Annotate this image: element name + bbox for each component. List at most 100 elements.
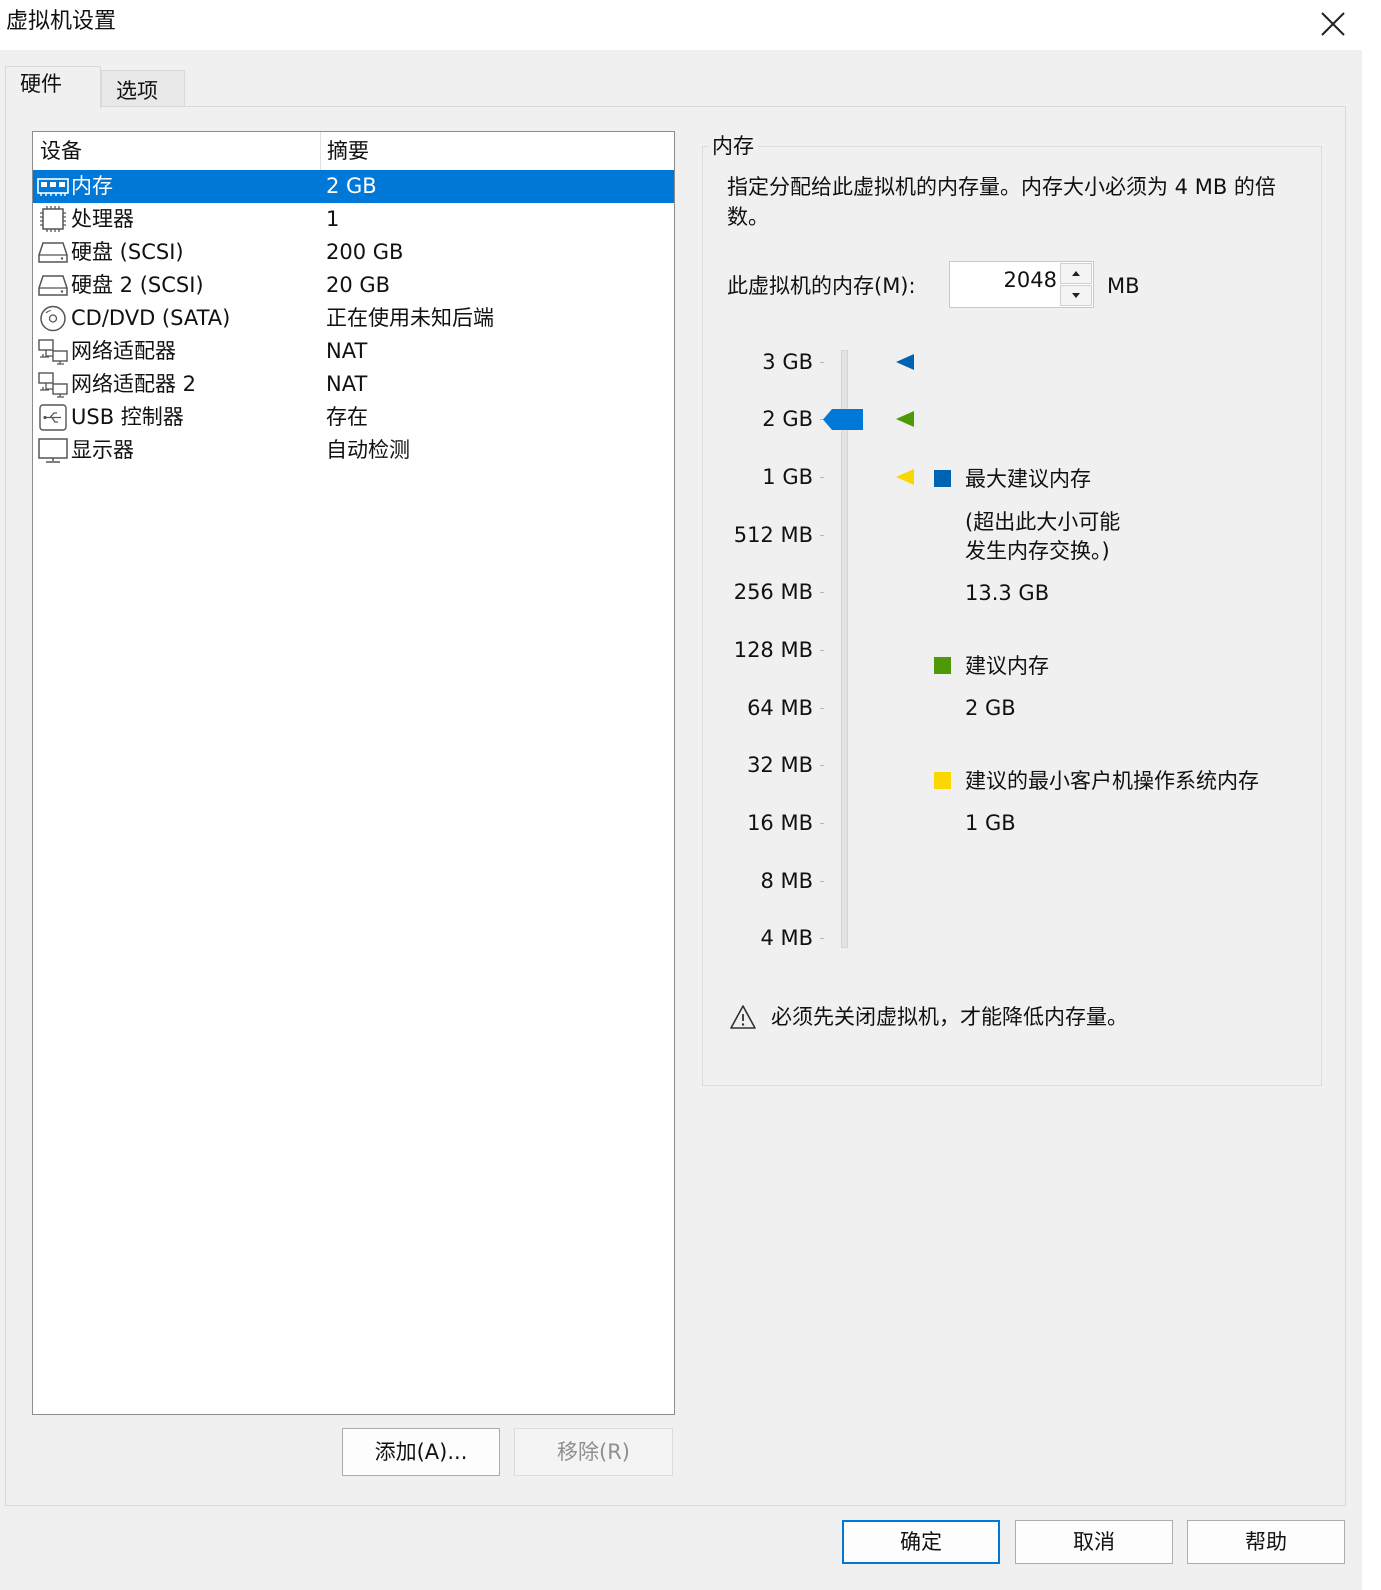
device-summary: NAT [326, 339, 368, 363]
hard-disk-icon [38, 242, 68, 263]
scale-label: 4 MB [760, 926, 813, 950]
device-row-processor[interactable]: 处理器 1 [33, 203, 674, 236]
device-summary: 正在使用未知后端 [326, 306, 494, 330]
recommended-value: 2 GB [965, 696, 1016, 720]
device-name: 硬盘 2 (SCSI) [71, 273, 204, 297]
device-name: 显示器 [71, 438, 134, 462]
tab-options[interactable]: 选项 [101, 70, 185, 107]
scale-label: 2 GB [762, 407, 813, 431]
max-recommended-note: (超出此大小可能 [965, 510, 1121, 534]
window-title: 虚拟机设置 [6, 9, 117, 34]
warning-text: 必须先关闭虚拟机，才能降低内存量。 [771, 1005, 1128, 1029]
cancel-button[interactable]: 取消 [1015, 1520, 1173, 1564]
scale-label: 1 GB [762, 465, 813, 489]
scale-label: 512 MB [733, 523, 813, 547]
warning-icon [730, 1005, 756, 1029]
max-recommended-legend-icon [934, 470, 951, 487]
device-name: 网络适配器 [71, 339, 176, 363]
device-row-hard-disk-2[interactable]: 硬盘 2 (SCSI) 20 GB [33, 269, 674, 302]
tab-options-label: 选项 [116, 79, 158, 103]
scale-tick [820, 650, 824, 651]
memory-input[interactable]: 2048 [950, 262, 1059, 307]
device-summary: 1 [326, 207, 340, 231]
scale-label: 64 MB [747, 696, 813, 720]
device-summary: NAT [326, 372, 368, 396]
max-recommended-marker-icon [896, 354, 914, 370]
scale-tick [820, 708, 824, 709]
arrow-up-icon [1072, 271, 1080, 276]
cd-dvd-icon [40, 305, 66, 332]
device-summary: 20 GB [326, 273, 391, 297]
column-header-summary[interactable]: 摘要 [320, 132, 674, 170]
arrow-down-icon [1072, 293, 1080, 298]
tab-hardware[interactable]: 硬件 [5, 66, 101, 108]
scale-label: 32 MB [747, 753, 813, 777]
recommended-marker-icon [896, 411, 914, 427]
min-recommended-title: 建议的最小客户机操作系统内存 [965, 769, 1259, 793]
network-adapter-icon [38, 372, 68, 398]
device-row-network-adapter[interactable]: 网络适配器 NAT [33, 335, 674, 368]
min-recommended-legend-icon [934, 772, 951, 789]
scale-tick [820, 938, 824, 939]
device-row-usb-controller[interactable]: USB 控制器 存在 [33, 401, 674, 434]
device-summary: 2 GB [326, 174, 377, 198]
memory-slider-track[interactable] [841, 350, 848, 948]
device-name: 硬盘 (SCSI) [71, 240, 184, 264]
scale-tick [820, 881, 824, 882]
scale-tick [820, 592, 824, 593]
close-button[interactable] [1313, 4, 1353, 44]
memory-unit: MB [1107, 274, 1140, 298]
scale-tick [820, 477, 824, 478]
device-summary: 自动检测 [326, 438, 410, 462]
device-name: 处理器 [71, 207, 134, 231]
hard-disk-icon [38, 275, 68, 296]
scale-label: 16 MB [747, 811, 813, 835]
memory-input-label: 此虚拟机的内存(M): [727, 274, 916, 298]
memory-slider-thumb[interactable] [822, 407, 864, 432]
usb-icon [39, 404, 67, 431]
device-name: 网络适配器 2 [71, 372, 197, 396]
min-recommended-value: 1 GB [965, 811, 1016, 835]
scale-label: 8 MB [760, 869, 813, 893]
device-summary: 存在 [326, 405, 368, 429]
device-summary: 200 GB [326, 240, 404, 264]
memory-group-title: 内存 [708, 130, 758, 162]
processor-icon [40, 206, 66, 232]
max-recommended-title: 最大建议内存 [965, 467, 1091, 491]
min-recommended-marker-icon [896, 469, 914, 485]
device-row-cd-dvd[interactable]: CD/DVD (SATA) 正在使用未知后端 [33, 302, 674, 335]
list-header: 设备 摘要 [33, 132, 674, 170]
memory-decrement-button[interactable] [1060, 285, 1092, 306]
close-icon [1321, 12, 1345, 36]
network-adapter-icon [38, 339, 68, 365]
device-row-network-adapter-2[interactable]: 网络适配器 2 NAT [33, 368, 674, 401]
scale-label: 3 GB [762, 350, 813, 374]
device-name: 内存 [71, 174, 113, 198]
memory-icon [37, 178, 69, 196]
memory-increment-button[interactable] [1060, 263, 1092, 284]
scale-tick [820, 823, 824, 824]
title-bar [0, 0, 1381, 50]
device-list[interactable]: 设备 摘要 内存 2 GB 处理器 1 硬盘 (SCSI) 200 GB 硬盘 … [32, 131, 675, 1415]
help-button[interactable]: 帮助 [1187, 1520, 1345, 1564]
device-row-display[interactable]: 显示器 自动检测 [33, 434, 674, 467]
device-row-memory[interactable]: 内存 2 GB [33, 170, 674, 203]
device-row-hard-disk[interactable]: 硬盘 (SCSI) 200 GB [33, 236, 674, 269]
recommended-legend-icon [934, 657, 951, 674]
memory-description: 指定分配给此虚拟机的内存量。内存大小必须为 4 MB 的倍数。 [727, 175, 1276, 229]
slider-thumb-icon [823, 409, 863, 430]
memory-spinbox[interactable]: 2048 [949, 261, 1094, 308]
column-header-device[interactable]: 设备 [33, 132, 320, 170]
max-recommended-value: 13.3 GB [965, 581, 1050, 605]
ok-button[interactable]: 确定 [842, 1520, 1000, 1564]
tab-hardware-label: 硬件 [20, 72, 62, 96]
scale-label: 256 MB [733, 580, 813, 604]
remove-device-button[interactable]: 移除(R) [514, 1428, 673, 1476]
scale-tick [820, 535, 824, 536]
scale-label: 128 MB [733, 638, 813, 662]
max-recommended-note: 发生内存交换。) [965, 539, 1110, 563]
recommended-title: 建议内存 [965, 654, 1049, 678]
scale-tick [820, 362, 824, 363]
device-name: CD/DVD (SATA) [71, 306, 231, 330]
add-device-button[interactable]: 添加(A)... [342, 1428, 500, 1476]
